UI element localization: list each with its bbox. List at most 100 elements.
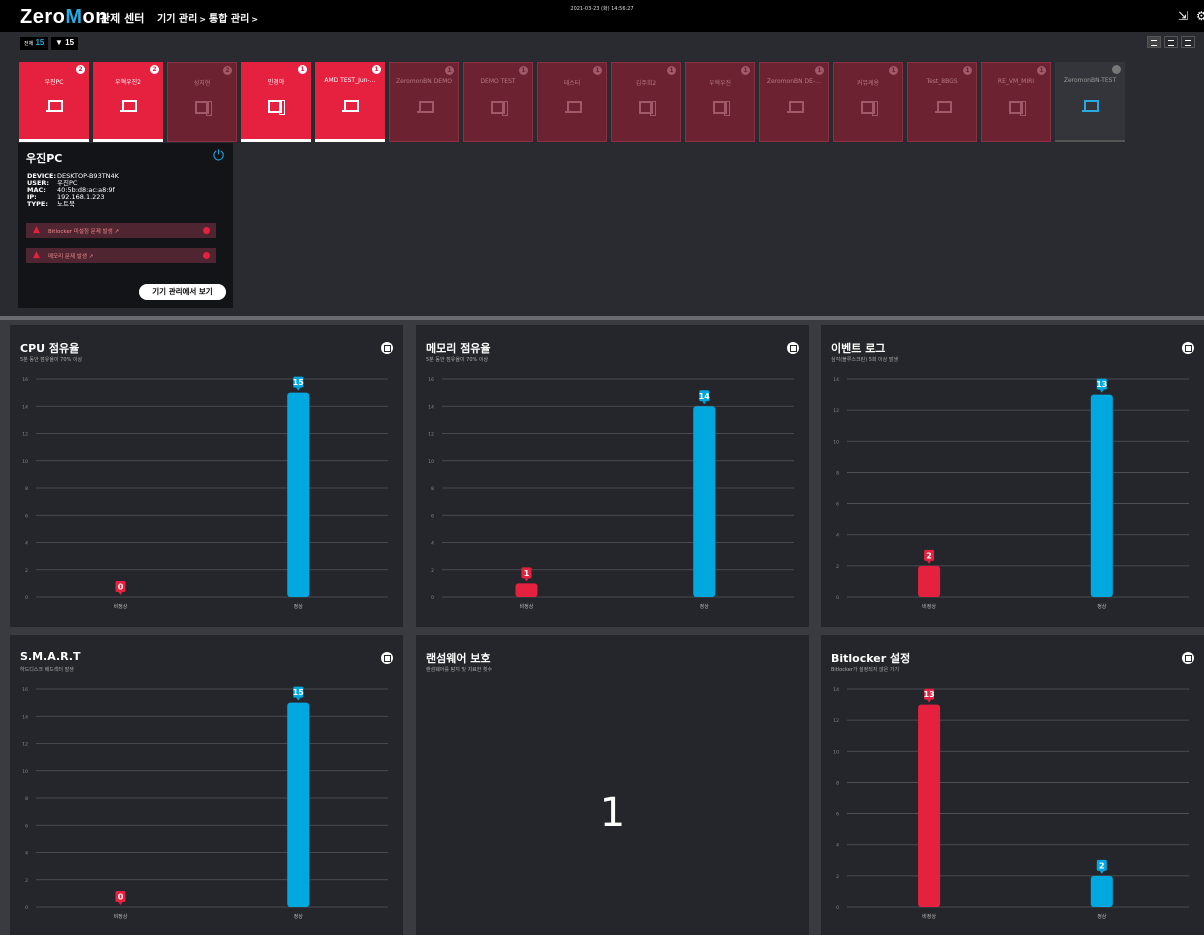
device-name: Test_8BGS bbox=[926, 78, 958, 85]
alert-count-badge: 1 bbox=[1037, 66, 1046, 75]
filter-icon: ▼ bbox=[55, 38, 63, 47]
y-tick-label: 0 bbox=[25, 905, 28, 911]
device-card[interactable]: 2 우혁우진2 bbox=[93, 62, 163, 142]
laptop-icon bbox=[342, 100, 359, 114]
external-link-icon[interactable] bbox=[381, 342, 393, 354]
alert-count-badge: 1 bbox=[372, 65, 381, 74]
y-tick-label: 10 bbox=[22, 459, 28, 465]
device-detail-popup: 우진PC ⏻ DEVICE:DESKTOP-B93TN4K USER: 우진PC … bbox=[18, 143, 233, 308]
device-card[interactable]: 1 민경아 bbox=[241, 62, 311, 142]
data-label: 15 bbox=[293, 688, 305, 697]
all-devices-filter[interactable]: 전체 15 bbox=[20, 37, 49, 50]
y-tick-label: 0 bbox=[431, 595, 434, 601]
alert-count-badge: 2 bbox=[150, 65, 159, 74]
y-tick-label: 14 bbox=[22, 714, 28, 720]
y-tick-label: 6 bbox=[431, 513, 434, 519]
device-card[interactable]: 1 김주희2 bbox=[611, 62, 681, 142]
y-tick-label: 16 bbox=[22, 377, 28, 383]
data-label-pointer bbox=[702, 401, 707, 405]
y-tick-label: 2 bbox=[836, 874, 839, 880]
bitlocker-chart: 0 2 4 6 8 10 12 14 13 비정상 2 정상 bbox=[833, 687, 1189, 920]
data-label: 0 bbox=[118, 583, 124, 592]
y-tick-label: 10 bbox=[428, 459, 434, 465]
laptop-icon bbox=[120, 100, 137, 114]
view-large-button[interactable] bbox=[1147, 36, 1161, 48]
dismiss-alert-icon[interactable] bbox=[203, 227, 210, 234]
fullscreen-icon[interactable]: ⇲ bbox=[1178, 9, 1188, 23]
alert-count-badge: 1 bbox=[815, 66, 824, 75]
y-tick-label: 2 bbox=[25, 568, 28, 574]
device-card[interactable]: 1 우혁우진 bbox=[685, 62, 755, 142]
device-card[interactable]: 2 성지현 bbox=[167, 62, 237, 142]
bar-normal bbox=[287, 392, 310, 597]
y-tick-label: 8 bbox=[836, 470, 839, 476]
laptop-icon bbox=[1082, 100, 1099, 114]
device-card[interactable]: 1 RE_VM_MIRI bbox=[981, 62, 1051, 142]
bar-normal bbox=[693, 406, 716, 597]
cpu-usage-chart: 0 2 4 6 8 10 12 14 16 0 비정상 15 정상 bbox=[22, 376, 388, 610]
device-card[interactable]: 1 Test_8BGS bbox=[907, 62, 977, 142]
device-card[interactable]: ZeromonBN-TEST bbox=[1055, 62, 1125, 142]
detail-title: 우진PC bbox=[26, 152, 63, 165]
alert-count-badge: 1 bbox=[593, 66, 602, 75]
laptop-icon bbox=[417, 101, 434, 115]
view-small-button[interactable] bbox=[1181, 36, 1195, 48]
y-tick-label: 16 bbox=[22, 687, 28, 693]
laptop-icon bbox=[787, 101, 804, 115]
event-log-panel: 이벤트 로그 심각(블루스크린) 5회 이상 발생 0 2 4 6 8 10 12 14 2 비정… bbox=[821, 325, 1204, 627]
y-tick-label: 12 bbox=[428, 432, 434, 438]
alert-count-badge: 1 bbox=[445, 66, 454, 75]
data-label: 2 bbox=[1099, 861, 1105, 870]
data-label-pointer bbox=[927, 560, 932, 564]
external-link-icon[interactable] bbox=[787, 342, 799, 354]
alert-count-badge: 1 bbox=[889, 66, 898, 75]
panel-title: 랜섬웨어 보호 bbox=[426, 652, 491, 665]
alert-count-badge: 1 bbox=[741, 66, 750, 75]
alert-count-badge: 2 bbox=[76, 65, 85, 74]
y-tick-label: 14 bbox=[428, 404, 434, 410]
view-in-device-management-button[interactable]: 기기 관리에서 보기 bbox=[139, 284, 226, 300]
x-tick-label: 정상 bbox=[1097, 603, 1107, 610]
y-tick-label: 14 bbox=[22, 404, 28, 410]
view-medium-button[interactable] bbox=[1164, 36, 1178, 48]
power-icon[interactable]: ⏻ bbox=[213, 148, 224, 164]
data-label-pointer bbox=[927, 699, 932, 703]
bar-abnormal bbox=[918, 565, 941, 597]
y-tick-label: 8 bbox=[836, 780, 839, 786]
alert-bitlocker[interactable]: ▲ Bitlocker 미설정 문제 발생 ↗ bbox=[26, 223, 216, 238]
y-tick-label: 12 bbox=[22, 432, 28, 438]
y-tick-label: 10 bbox=[833, 749, 839, 755]
nav-integrated-management[interactable]: 통합 관리 > bbox=[209, 10, 258, 25]
x-tick-label: 정상 bbox=[1097, 913, 1107, 920]
filtered-devices-filter[interactable]: ▼ 15 bbox=[51, 37, 79, 50]
device-card[interactable]: 1 테스터 bbox=[537, 62, 607, 142]
x-tick-label: 정상 bbox=[700, 603, 710, 610]
device-name: AMD TEST_Jun-… bbox=[324, 77, 376, 84]
y-tick-label: 12 bbox=[833, 718, 839, 724]
detail-type-row: TYPE: 노트북 bbox=[27, 200, 75, 208]
device-card[interactable]: 1 DEMO TEST bbox=[463, 62, 533, 142]
external-link-icon[interactable] bbox=[381, 652, 393, 664]
memory-usage-panel: 메모리 점유율 5분 동안 점유율이 70% 이상 0 2 4 6 8 10 12 14 16 1… bbox=[416, 325, 809, 627]
nav-device-management[interactable]: 기기 관리 > bbox=[157, 10, 206, 25]
alert-memory[interactable]: ▲ 메모리 문제 발생 ↗ bbox=[26, 248, 216, 263]
y-tick-label: 14 bbox=[833, 377, 839, 383]
desktop-icon bbox=[639, 101, 656, 116]
desktop-icon bbox=[195, 101, 212, 116]
desktop-icon bbox=[491, 101, 508, 116]
data-label: 15 bbox=[293, 378, 305, 387]
device-card[interactable]: 2 우진PC bbox=[19, 62, 89, 142]
y-tick-label: 16 bbox=[428, 377, 434, 383]
device-card[interactable]: 1 AMD TEST_Jun-… bbox=[315, 62, 385, 142]
external-link-icon[interactable] bbox=[1182, 652, 1194, 664]
y-tick-label: 6 bbox=[836, 502, 839, 508]
dismiss-alert-icon[interactable] bbox=[203, 252, 210, 259]
device-card[interactable]: 1 커뮤케용 bbox=[833, 62, 903, 142]
external-link-icon[interactable] bbox=[1182, 342, 1194, 354]
device-name: RE_VM_MIRI bbox=[997, 78, 1035, 85]
nav-control-center[interactable]: 관제 센터 bbox=[100, 10, 144, 26]
settings-icon[interactable]: ⚙ bbox=[1196, 9, 1204, 23]
device-card[interactable]: 1 ZeromonBN DEMO bbox=[389, 62, 459, 142]
bar-normal bbox=[1090, 875, 1113, 907]
device-card[interactable]: 1 ZeromonBN DE-… bbox=[759, 62, 829, 142]
